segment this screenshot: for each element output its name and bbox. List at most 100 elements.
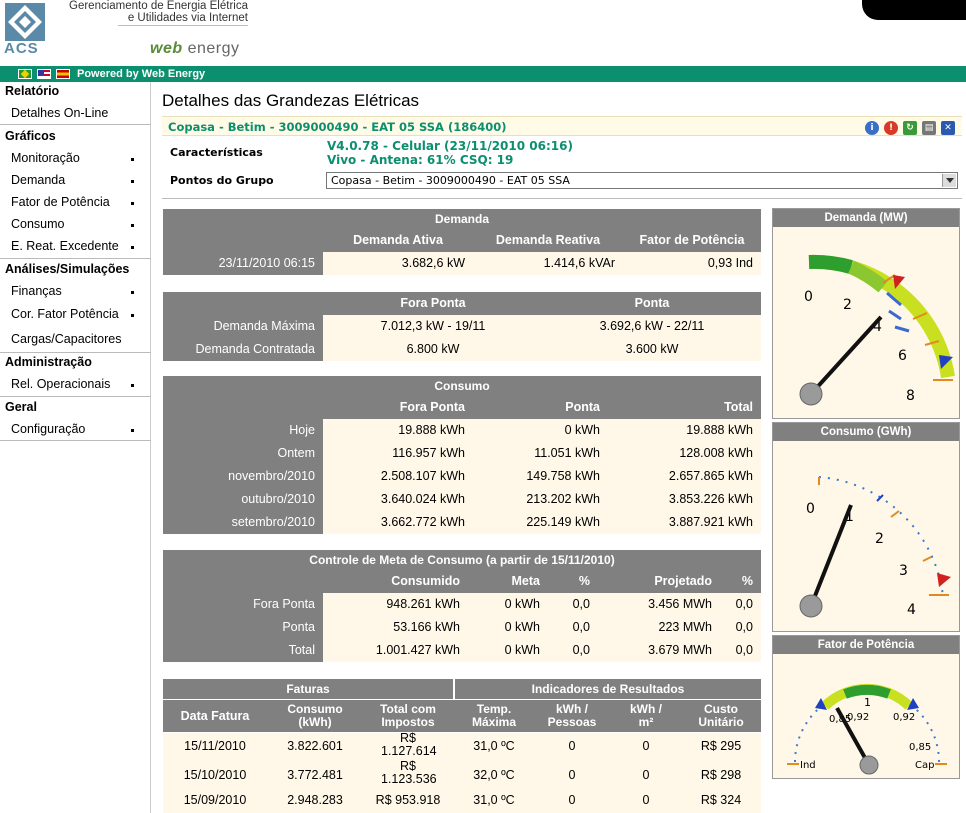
cell: 7.012,3 kW - 19/11 [323, 315, 543, 338]
cell: 15/11/2010 [184, 739, 246, 753]
cell: 15/10/2010 [183, 768, 247, 782]
cell: 3.662.772 kWh [323, 511, 473, 534]
sidebar-divider [0, 124, 151, 125]
cell: 3.456 MWh [598, 593, 720, 616]
cell: 3.679 MWh [598, 639, 720, 662]
col-header: Demanda Reativa [495, 233, 601, 247]
table-row: Demanda Máxima 7.012,3 kW - 19/11 3.692,… [163, 315, 761, 338]
sidebar-item-monitoracao[interactable]: Monitoração [11, 151, 80, 165]
consumo-gauge-body: 0 1 2 3 4 [773, 441, 959, 631]
gauge-tick-label: 8 [906, 388, 915, 404]
gauge-needle [809, 315, 883, 396]
col-header: Meta [511, 574, 540, 588]
row-label: setembro/2010 [163, 511, 323, 534]
fator-potencia-gauge: Fator de Potência 0,85 0,92 1 0,92 0,85 … [772, 635, 960, 779]
cell: R$ 298 [700, 768, 742, 782]
print-icon[interactable]: ▤ [922, 121, 936, 135]
flag-brazil-icon[interactable] [18, 69, 32, 79]
cell: 2.508.107 kWh [323, 465, 473, 488]
gauge-needle [809, 504, 853, 607]
table-row: Demanda Contratada 6.800 kW 3.600 kW [163, 338, 761, 361]
gauge-tick-label: 2 [875, 531, 884, 547]
cell: 0,0 [720, 639, 761, 662]
sidebar: Relatório Detalhes On-Line Gráficos Moni… [0, 82, 151, 813]
row-label: Total [163, 639, 323, 662]
sidebar-divider [0, 396, 151, 397]
powered-bar: Powered by Web Energy [0, 66, 966, 82]
col-header: Projetado [654, 574, 712, 588]
powered-by-text: Powered by Web Energy [77, 68, 206, 80]
caracteristicas-version: V4.0.78 - Celular (23/11/2010 06:16) [327, 139, 573, 153]
sidebar-item-detalhes-online[interactable]: Detalhes On-Line [11, 106, 108, 120]
sidebar-section-analises: Análises/Simulações [5, 262, 130, 276]
table-row: Ontem 116.957 kWh 11.051 kWh 128.008 kWh [163, 442, 761, 465]
cell: 1.414,6 kVAr [473, 252, 623, 275]
cell: 3.853.226 kWh [608, 488, 761, 511]
cell: 0 [568, 739, 576, 753]
gauge-tick-label: 2 [843, 297, 852, 313]
tagline-divider [118, 25, 248, 26]
col-header: Fora Ponta [400, 296, 466, 310]
cell: 0 kWh [468, 639, 548, 662]
cell: 116.957 kWh [323, 442, 473, 465]
cell: 0,0 [548, 593, 598, 616]
corner-decoration [862, 0, 966, 20]
submenu-dot-icon [131, 224, 134, 227]
sidebar-item-energia-reativa[interactable]: E. Reat. Excedente [11, 239, 119, 253]
table-row: Ponta 53.166 kWh 0 kWh 0,0 223 MWh 0,0 [163, 616, 761, 639]
cell: 0,0 [720, 593, 761, 616]
col-header: % [741, 574, 753, 588]
caracteristicas-label: Características [170, 146, 263, 159]
pontos-grupo-select[interactable]: Copasa - Betim - 3009000490 - EAT 05 SSA [326, 172, 958, 189]
col-header: Consumido [391, 574, 460, 588]
sidebar-item-cor-fator-potencia[interactable]: Cor. Fator Potência [11, 307, 119, 321]
sidebar-section-geral: Geral [5, 400, 37, 414]
fp-label: 0,92 [893, 712, 915, 723]
contrato-header-row: Fora Ponta Ponta [163, 292, 761, 315]
cell: 948.261 kWh [323, 593, 468, 616]
sidebar-item-financas[interactable]: Finanças [11, 284, 62, 298]
cell: 3.600 kW [543, 338, 761, 361]
sidebar-section-administracao: Administração [5, 355, 92, 369]
demanda-header-row: Demanda Ativa Demanda Reativa Fator de P… [163, 229, 761, 252]
row-label: novembro/2010 [163, 465, 323, 488]
cell: R$ 1.127.614 [381, 731, 437, 758]
cell: 53.166 kWh [323, 616, 468, 639]
sidebar-item-cargas-capacitores[interactable]: Cargas/Capacitores [11, 332, 121, 346]
close-icon[interactable]: ✕ [941, 121, 955, 135]
row-label: Ontem [163, 442, 323, 465]
flag-usa-icon[interactable] [37, 69, 51, 79]
row-label: Demanda Máxima [163, 315, 323, 338]
gauge-tick-label: 3 [899, 563, 908, 579]
sidebar-item-consumo[interactable]: Consumo [11, 217, 65, 231]
section-divider [162, 198, 962, 199]
site-name: Copasa - Betim - 3009000490 - EAT 05 SSA… [168, 120, 507, 134]
sidebar-item-fator-potencia[interactable]: Fator de Potência [11, 195, 110, 209]
cell: 223 MWh [598, 616, 720, 639]
cell: 19.888 kWh [323, 419, 473, 442]
cell: 0 kWh [473, 419, 608, 442]
cell: 0 [568, 793, 576, 807]
company-tagline: Gerenciamento de Energia Elétrica e Util… [60, 0, 248, 24]
alert-icon[interactable]: ! [884, 121, 898, 135]
flag-spain-icon[interactable] [56, 69, 70, 79]
cell: 0 [642, 793, 650, 807]
gauge-tick-label: 6 [898, 348, 907, 364]
fp-gauge-body: 0,85 0,92 1 0,92 0,85 Ind Cap [773, 654, 959, 778]
gauge-tick-label: 0 [806, 501, 815, 517]
refresh-icon[interactable]: ↻ [903, 121, 917, 135]
cell: R$ 295 [700, 739, 742, 753]
sidebar-item-rel-operacionais[interactable]: Rel. Operacionais [11, 377, 110, 391]
info-icon[interactable]: i [865, 121, 879, 135]
sidebar-item-configuracao[interactable]: Configuração [11, 422, 85, 436]
cell: 0,0 [548, 639, 598, 662]
page-title: Detalhes das Grandezas Elétricas [162, 91, 420, 110]
demanda-gauge: Demanda (MW) 0 2 4 6 8 [772, 208, 960, 419]
cell: 31,0 ºC [473, 739, 515, 753]
sidebar-item-demanda[interactable]: Demanda [11, 173, 65, 187]
submenu-dot-icon [131, 384, 134, 387]
chevron-down-icon[interactable] [942, 174, 956, 187]
demanda-contratada-table: Fora Ponta Ponta Demanda Máxima 7.012,3 … [163, 292, 761, 361]
fp-label: Cap [915, 760, 934, 771]
sidebar-divider [0, 440, 151, 441]
